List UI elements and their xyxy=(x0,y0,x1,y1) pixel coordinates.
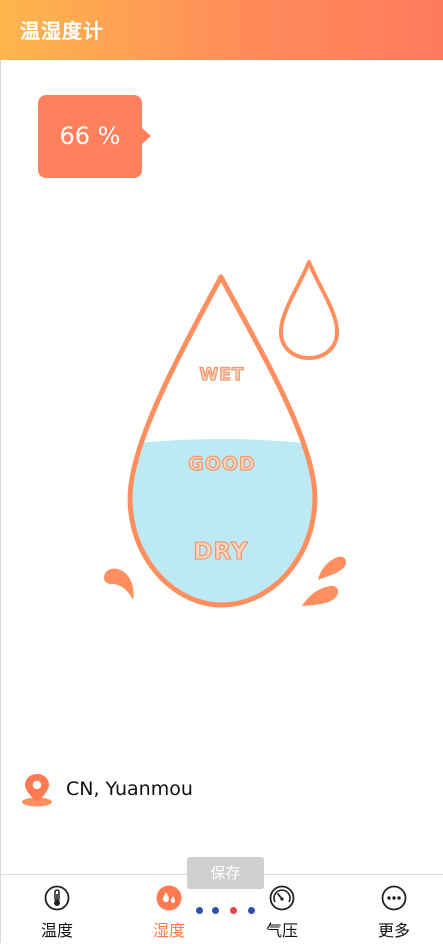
page-dot[interactable] xyxy=(212,907,219,914)
page-dot[interactable] xyxy=(248,907,255,914)
good-label: GOOD xyxy=(188,453,256,475)
wet-label: WET xyxy=(200,365,245,385)
page-dot[interactable] xyxy=(196,907,203,914)
location-text: CN, Yuanmou xyxy=(66,778,193,800)
humidity-value: 66 % xyxy=(59,122,121,150)
thermometer-icon xyxy=(44,885,70,911)
humidity-gauge: WET GOOD DRY xyxy=(104,260,347,608)
app-header: 温湿度计 xyxy=(0,0,443,60)
nav-label-temperature: 温度 xyxy=(40,921,73,940)
page-dot-active[interactable] xyxy=(230,907,237,914)
left-splash-icon xyxy=(104,568,134,600)
save-button[interactable]: 保存 xyxy=(187,857,264,889)
right-splash-top-icon xyxy=(318,556,347,580)
location-pin-icon xyxy=(22,774,52,807)
small-drop-icon xyxy=(278,260,340,360)
gauge-icon xyxy=(269,885,295,911)
app-title: 温湿度计 xyxy=(20,19,104,43)
nav-label-humidity: 湿度 xyxy=(152,921,185,940)
water-drop-icon xyxy=(156,885,182,911)
right-splash-icon xyxy=(302,585,338,606)
humidity-badge: 66 % xyxy=(38,95,151,178)
more-icon xyxy=(381,885,407,911)
nav-label-more: 更多 xyxy=(377,921,410,940)
dry-label: DRY xyxy=(193,539,248,565)
nav-label-pressure: 气压 xyxy=(265,921,298,940)
nav-item-pressure[interactable]: 气压 xyxy=(252,885,312,941)
nav-item-temperature[interactable]: 温度 xyxy=(27,885,87,941)
nav-item-more[interactable]: 更多 xyxy=(364,885,424,941)
page-indicator xyxy=(192,907,258,915)
nav-item-humidity[interactable]: 湿度 xyxy=(139,885,199,941)
